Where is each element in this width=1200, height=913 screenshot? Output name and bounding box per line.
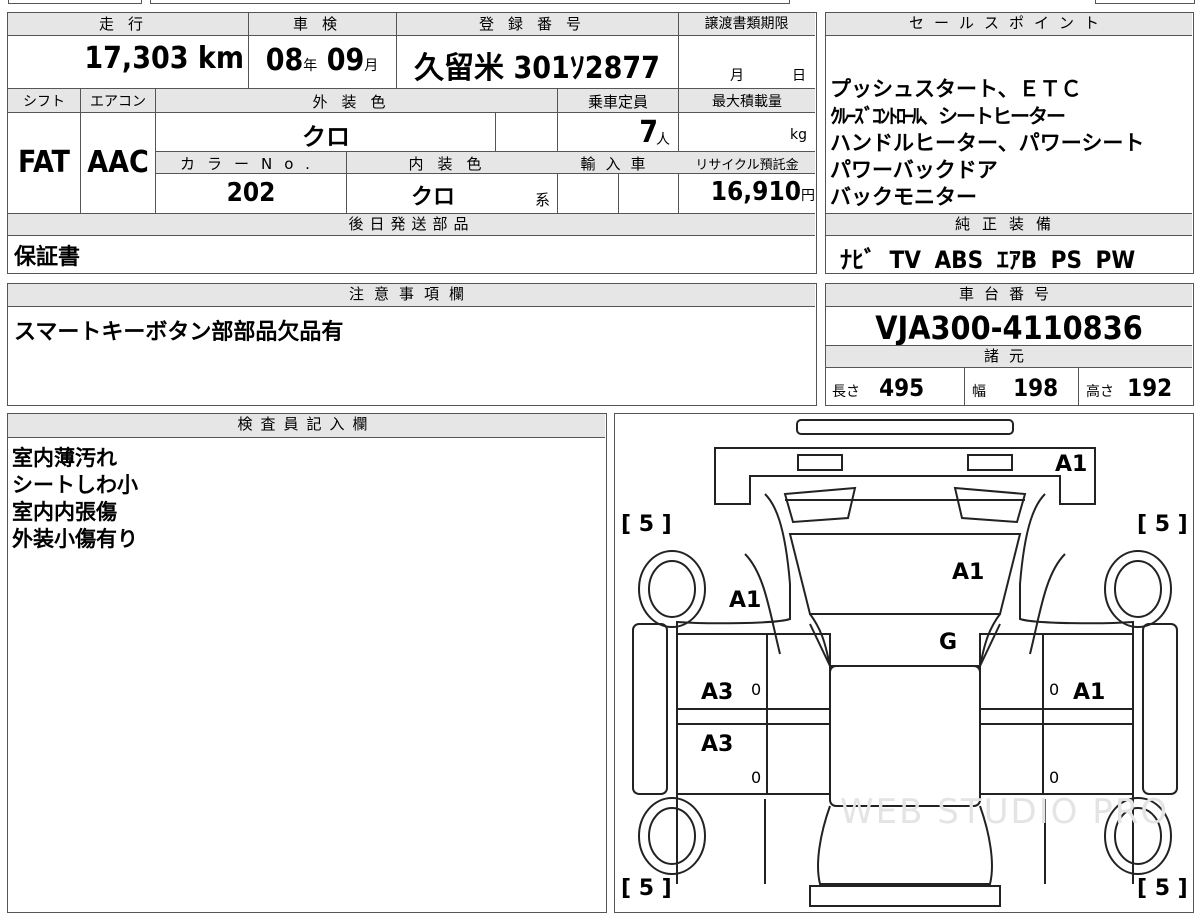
registration-label: 登録番号 [478,15,595,33]
tire-rear-right: [ 5 ] [1137,876,1188,901]
sales-line-4: パワーバックドア [830,158,998,182]
sales-line-3: ハンドルヒーター、パワーシート [830,131,1145,155]
door-zero-rf: 0 [1049,680,1060,699]
inspection-value: 08年 09月 [248,43,396,87]
tire-front-left: [ 5 ] [621,512,672,537]
notes-value: スマートキーボタン部部品欠品有 [14,320,344,345]
import-label: 輸入車 [580,155,656,173]
max-load-unit: kg [790,127,807,143]
later-parts-label: 後日発送部品 [8,214,815,236]
height-spec: 高さ 192 [1086,374,1190,402]
mark-right-front-door: A1 [1073,680,1106,705]
door-zero-rr: 0 [1049,768,1060,787]
length-spec: 長さ 495 [832,374,962,402]
mark-left-front-door: A3 [701,680,734,705]
capacity-unit: 人 [656,132,670,148]
later-parts-value: 保証書 [14,245,81,270]
recycle-fee-value: 16,910円 [679,177,815,207]
mileage-unit: km [197,41,244,76]
exterior-color-label: 外装色 [312,93,400,111]
interior-color-value: クロ [410,185,455,210]
capacity-value: 7 [639,115,658,150]
chassis-no-label: 車台番号 [826,284,1192,307]
transfer-deadline-label: 譲渡書類期限 [704,16,789,32]
chassis-no-value: VJA300-4110836 [875,309,1143,347]
interior-color-unit: 系 [535,191,551,209]
transfer-month-unit: 月 [730,68,744,84]
genuine-equipment-label: 純正装備 [826,214,1192,236]
inspection-label: 車検 [292,15,351,33]
top-cutoff-strip [150,0,790,4]
recycle-fee-unit: 円 [801,188,815,204]
door-zero-lf: 0 [751,680,762,699]
max-load-label: 最大積載量 [712,94,782,110]
chassis-box: 車台番号 VJA300-4110836 諸元 長さ 495 幅 198 高さ 1… [825,283,1194,406]
capacity-label: 乗車定員 [587,93,648,111]
height-value: 192 [1127,374,1173,402]
registration-value: 久留米 301ｿ2877 [414,51,660,86]
interior-color-label: 内装色 [408,155,496,173]
shift-label: シフト [23,94,65,110]
length-value: 495 [879,374,925,402]
exterior-color-value: クロ [302,123,350,151]
shift-value: FAT [18,145,70,180]
mark-left-fender: A1 [729,588,762,613]
inspector-line-2: シートしわ小 [12,473,138,497]
inspector-line-1: 室内薄汚れ [12,446,117,470]
notes-box: 注意事項欄 スマートキーボタン部部品欠品有 [7,283,817,406]
notes-label: 注意事項欄 [8,284,815,307]
recycle-fee-label: リサイクル預託金 [695,158,799,173]
height-label: 高さ [1086,384,1114,400]
car-diagram [632,419,1178,907]
tire-front-right: [ 5 ] [1137,512,1188,537]
inspector-label: 検査員記入欄 [8,414,605,438]
inspector-line-3: 室内内張傷 [12,500,117,524]
inspection-year-unit: 年 [303,58,318,74]
top-cutoff-strip [1095,0,1195,4]
inspection-month-unit: 月 [364,58,379,74]
car-diagram-box: WEB STUDIO PRO [ 5 ] [ 5 ] [ 5 ] [ 5 ] A… [614,413,1194,913]
door-zero-lr: 0 [751,768,762,787]
inspection-month: 09 [326,43,365,78]
genuine-equipment-value: ﾅﾋﾞ TV ABS ｴｱB PS PW [840,246,1136,274]
sales-line-1: プッシュスタート、ＥＴＣ [830,77,1082,101]
width-label: 幅 [972,384,986,400]
mileage-number: 17,303 [84,41,189,76]
tire-rear-left: [ 5 ] [621,876,672,901]
inspection-year: 08 [265,43,304,78]
mark-windshield-top: A1 [952,560,985,585]
mark-left-rear-door: A3 [701,732,734,757]
top-cutoff-strip [8,0,142,4]
mark-windshield-glass: G [939,630,958,655]
inspector-box: 検査員記入欄 室内薄汚れ シートしわ小 室内内張傷 外装小傷有り [7,413,607,913]
watermark: WEB STUDIO PRO [840,792,1170,832]
mileage-value: 17,303 km [8,41,244,85]
inspector-line-4: 外装小傷有り [12,527,138,551]
color-no-value: 202 [226,178,276,208]
color-no-label: カラーNo. [180,155,322,173]
mark-front: A1 [1055,452,1088,477]
sales-line-5: バックモニター [830,185,977,209]
width-value: 198 [1013,374,1059,402]
recycle-fee-number: 16,910 [710,177,801,207]
width-spec: 幅 198 [972,374,1076,402]
specs-label: 諸元 [826,346,1192,368]
aircon-label: エアコン [90,94,146,110]
length-label: 長さ [832,384,860,400]
sales-line-2: ｸﾙｰｽﾞｺﾝﾄﾛｰﾙ、シートヒーター [830,104,1066,128]
vehicle-info-table: 走行 車検 登録番号 譲渡書類期限 17,303 km 08年 09月 久留米 … [7,12,817,274]
sales-points-label: セールスポイント [826,13,1192,36]
aircon-value: AAC [87,145,149,180]
transfer-day-unit: 日 [792,68,806,84]
mileage-label: 走行 [98,15,157,33]
sales-points-box: セールスポイント プッシュスタート、ＥＴＣ ｸﾙｰｽﾞｺﾝﾄﾛｰﾙ、シートヒータ… [825,12,1194,274]
